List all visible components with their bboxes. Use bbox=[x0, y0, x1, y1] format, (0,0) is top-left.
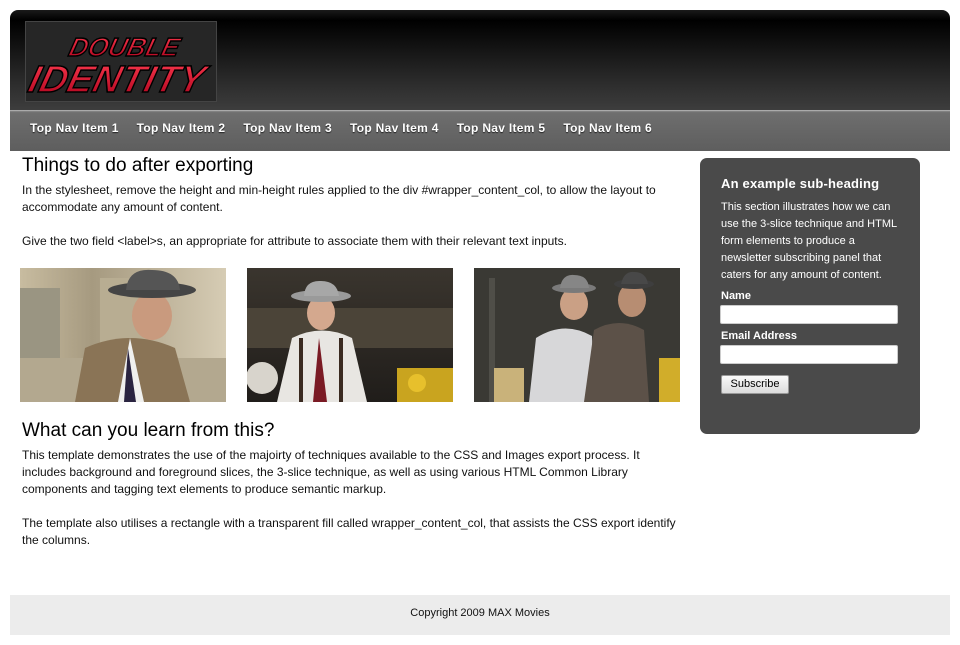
email-input[interactable] bbox=[720, 345, 898, 364]
nav-item-5[interactable]: Top Nav Item 5 bbox=[457, 111, 564, 135]
double-identity-logo[interactable]: DOUBLE IDENTITY bbox=[25, 21, 217, 102]
logo-line2: IDENTITY bbox=[26, 59, 213, 101]
sidebar-text: This section illustrates how we can use … bbox=[721, 201, 897, 281]
main-content: Things to do after exporting In the styl… bbox=[20, 155, 682, 549]
paragraph-labels: Give the two field <label>s, an appropri… bbox=[22, 234, 567, 248]
subscribe-button[interactable]: Subscribe bbox=[721, 375, 789, 394]
nav-item-3[interactable]: Top Nav Item 3 bbox=[243, 111, 350, 135]
photo-man-in-suspenders bbox=[247, 268, 453, 402]
sidebar-heading: An example sub-heading bbox=[721, 176, 880, 191]
copyright-text: Copyright 2009 MAX Movies bbox=[410, 607, 550, 619]
top-nav: Top Nav Item 1 Top Nav Item 2 Top Nav Item… bbox=[10, 110, 950, 151]
paragraph-stylesheet: In the stylesheet, remove the height and… bbox=[22, 183, 656, 214]
paragraph-transparent-fill: The template also utilises a rectangle w… bbox=[22, 516, 676, 547]
nav-item-2[interactable]: Top Nav Item 2 bbox=[137, 111, 244, 135]
logo-line1: DOUBLE bbox=[66, 32, 184, 62]
nav-item-4[interactable]: Top Nav Item 4 bbox=[350, 111, 457, 135]
name-label: Name bbox=[721, 290, 751, 302]
email-label: Email Address bbox=[721, 330, 798, 342]
nav-item-1[interactable]: Top Nav Item 1 bbox=[30, 111, 137, 135]
photo-two-men-in-hats bbox=[474, 268, 680, 402]
name-input[interactable] bbox=[720, 305, 898, 324]
heading-what-can-you-learn: What can you learn from this? bbox=[22, 420, 275, 441]
header: DOUBLE IDENTITY bbox=[10, 10, 950, 110]
photo-strip bbox=[20, 268, 680, 402]
paragraph-template-demonstrates: This template demonstrates the use of th… bbox=[22, 448, 640, 496]
photo-man-in-trench-coat bbox=[20, 268, 226, 402]
page: DOUBLE IDENTITY Top Nav Item 1 Top Nav It… bbox=[10, 10, 950, 151]
footer: Copyright 2009 MAX Movies bbox=[10, 595, 950, 635]
heading-things-to-do: Things to do after exporting bbox=[22, 155, 254, 176]
nav-item-6[interactable]: Top Nav Item 6 bbox=[563, 111, 670, 135]
newsletter-panel: An example sub-heading This section illu… bbox=[700, 158, 920, 434]
